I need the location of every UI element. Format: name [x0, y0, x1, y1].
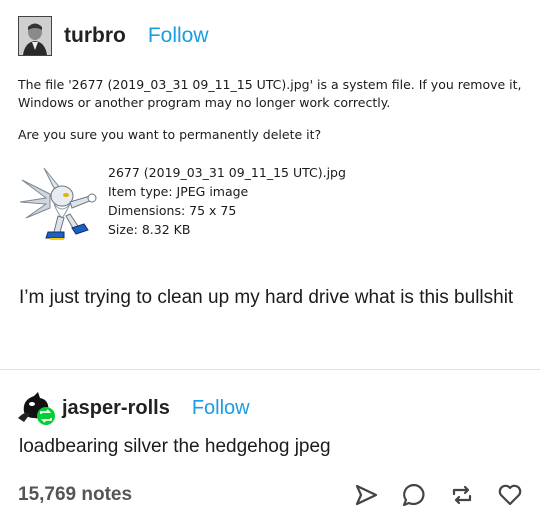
file-type: Item type: JPEG image: [108, 184, 249, 199]
delete-dialog: The file '2677 (2019_03_31 09_11_15 UTC)…: [18, 76, 528, 244]
post-actions: [353, 482, 523, 508]
file-details: 2677 (2019_03_31 09_11_15 UTC).jpg Item …: [108, 163, 346, 244]
system-file-message: The file '2677 (2019_03_31 09_11_15 UTC)…: [18, 77, 522, 110]
silver-hedgehog-thumbnail: [19, 166, 98, 244]
file-size: Size: 8.32 KB: [108, 222, 191, 237]
post-footer: 15,769 notes: [18, 480, 523, 510]
reblog-header: jasper-rolls Follow: [18, 390, 250, 426]
reblog-divider: [0, 369, 540, 370]
reblog-text: loadbearing silver the hedgehog jpeg: [19, 436, 331, 457]
reblog-badge-icon: [37, 407, 55, 425]
post-text: I’m just trying to clean up my hard driv…: [19, 287, 514, 308]
portrait-avatar-icon[interactable]: [18, 16, 52, 56]
file-info: 2677 (2019_03_31 09_11_15 UTC).jpg Item …: [19, 163, 346, 244]
reblog-icon[interactable]: [449, 482, 475, 508]
reply-icon[interactable]: [401, 482, 427, 508]
reblog-follow-button[interactable]: Follow: [192, 397, 250, 420]
post-header: turbro Follow: [18, 16, 209, 56]
reblog-avatar[interactable]: [18, 390, 58, 426]
follow-button[interactable]: Follow: [148, 24, 209, 48]
reblog-username[interactable]: jasper-rolls: [62, 397, 170, 420]
file-dimensions: Dimensions: 75 x 75: [108, 203, 237, 218]
file-name: 2677 (2019_03_31 09_11_15 UTC).jpg: [108, 165, 346, 180]
delete-question: Are you sure you want to permanently del…: [18, 127, 322, 142]
share-icon[interactable]: [353, 482, 379, 508]
username[interactable]: turbro: [64, 24, 126, 48]
like-icon[interactable]: [497, 482, 523, 508]
notes-count[interactable]: 15,769 notes: [18, 484, 132, 506]
